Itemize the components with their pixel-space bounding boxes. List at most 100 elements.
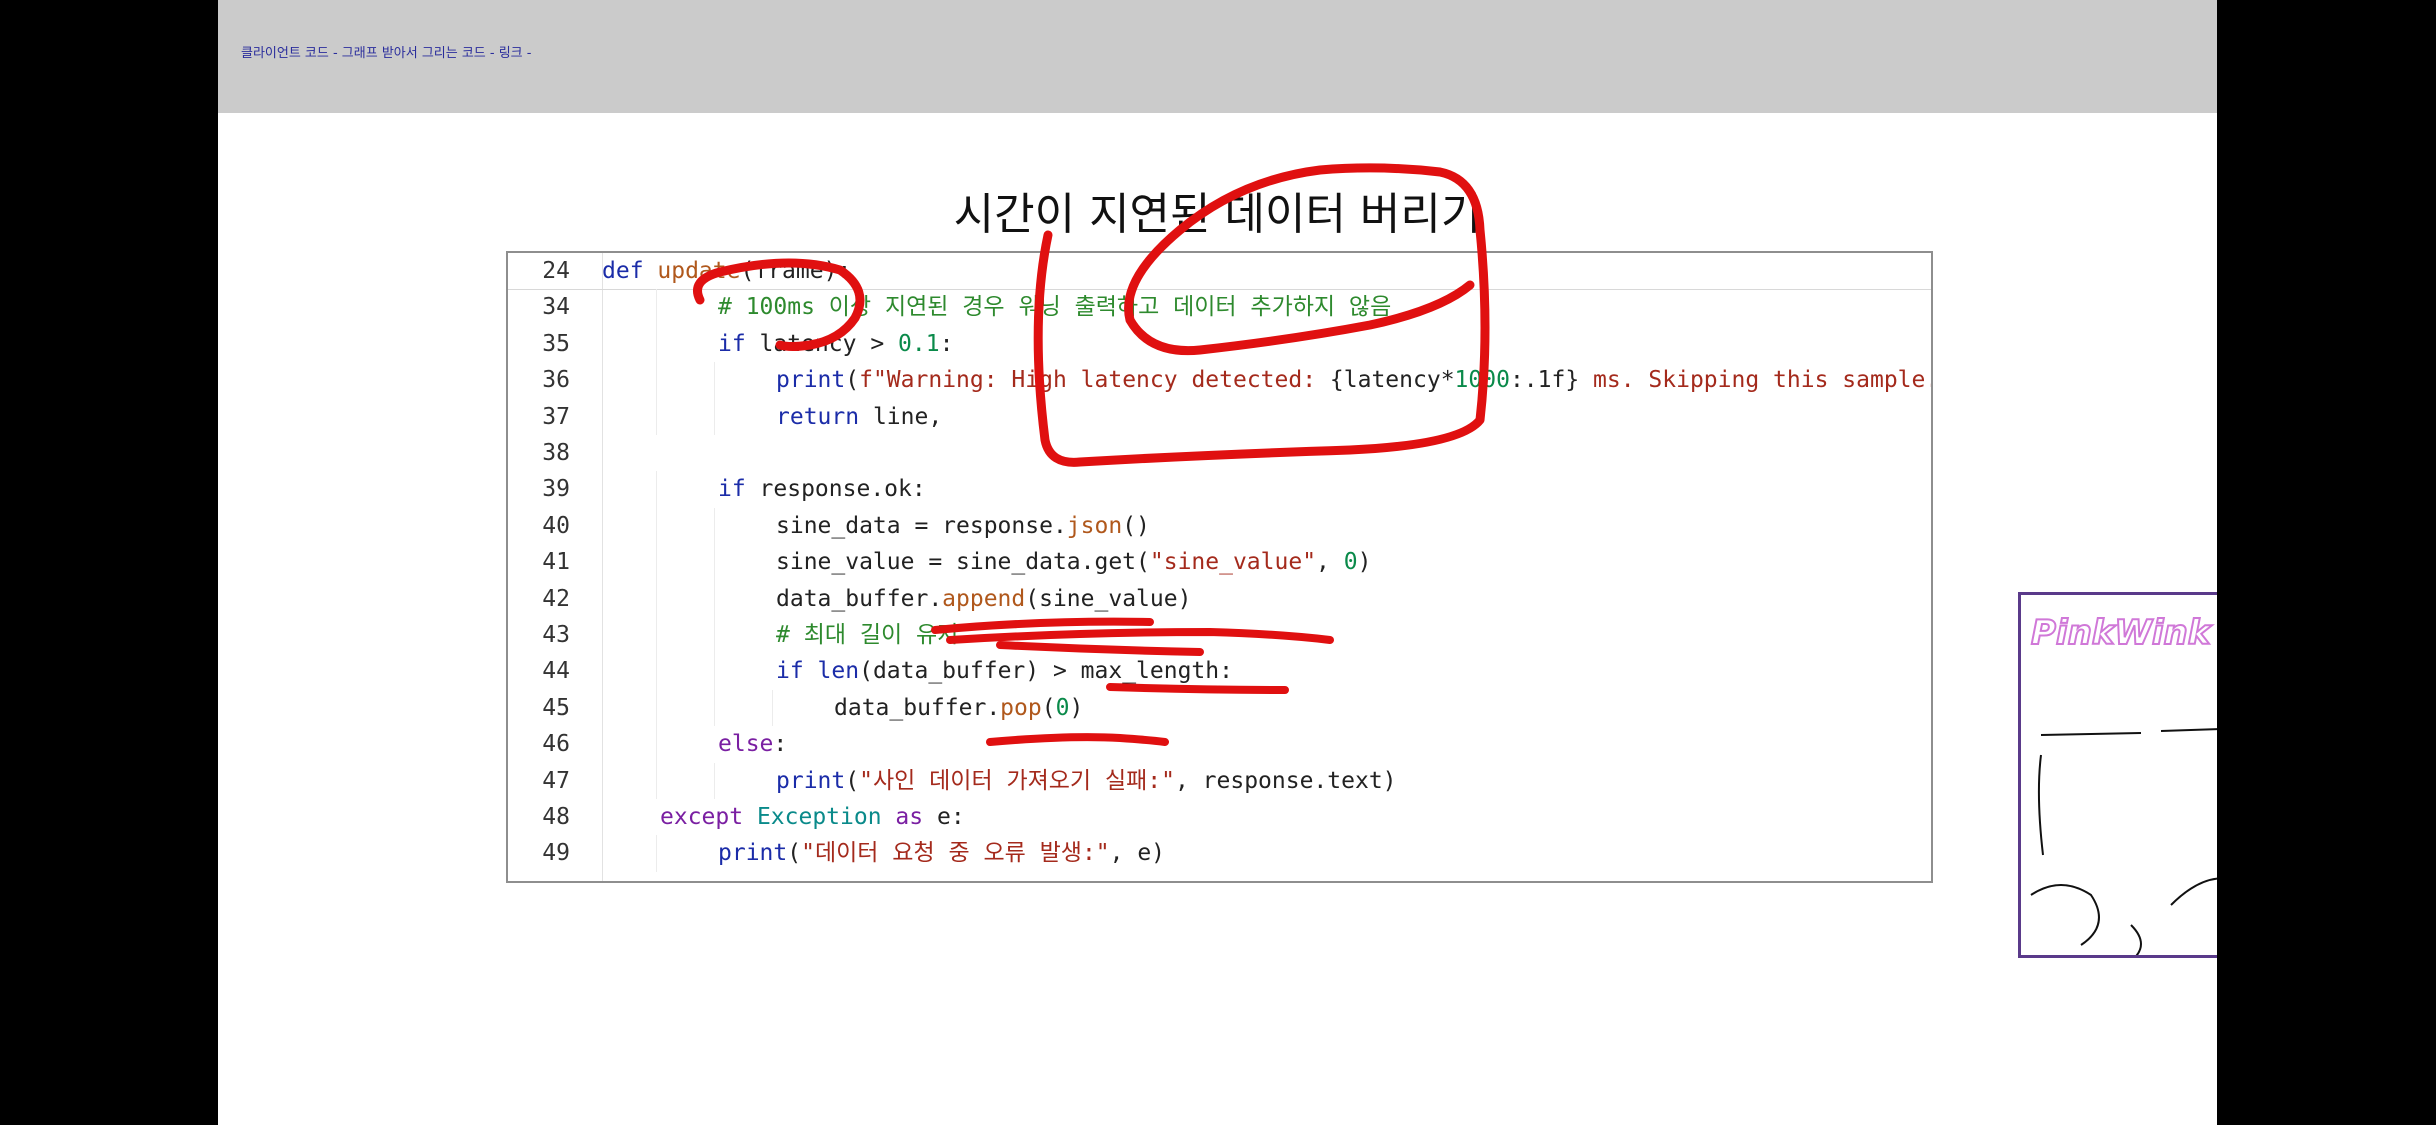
code-token: 0 bbox=[1055, 694, 1070, 721]
slide: 클라이언트 코드 - 그래프 받아서 그리는 코드 - 링크 - 시간이 지연된… bbox=[218, 0, 2217, 1125]
code-token: (sine_value) bbox=[1025, 585, 1192, 612]
code-block: 24 def update(frame): 34 # 100ms 이상 지연된 경우 … bbox=[506, 251, 1933, 883]
code-token: line, bbox=[872, 403, 943, 430]
code-token: data_buffer. bbox=[834, 694, 1001, 721]
code-token: f"Warning: High latency detected: bbox=[859, 367, 1330, 394]
code-token: json bbox=[1066, 512, 1123, 539]
indent-guide bbox=[714, 762, 715, 799]
code-token: else bbox=[718, 731, 774, 758]
indent-guide bbox=[714, 544, 715, 581]
code-token: ) bbox=[1357, 549, 1372, 576]
indent-guide bbox=[656, 398, 657, 435]
code-token: "사인 데이터 가져오기 실패:" bbox=[859, 767, 1175, 794]
code-token: print bbox=[776, 367, 846, 394]
code-text: # 최대 길이 유지 bbox=[776, 617, 958, 653]
code-token: if bbox=[776, 658, 818, 685]
code-text: if len(data_buffer) > max_length: bbox=[776, 653, 1233, 689]
code-token: print bbox=[776, 767, 846, 794]
indent-guide bbox=[656, 762, 657, 799]
code-text: else: bbox=[718, 726, 787, 762]
code-line: 48 except Exception as e: bbox=[508, 799, 1931, 835]
code-token: , e) bbox=[1109, 840, 1166, 867]
indent-guide bbox=[656, 471, 657, 508]
code-text: data_buffer.pop(0) bbox=[834, 690, 1083, 726]
line-number: 39 bbox=[542, 476, 570, 503]
code-token: , bbox=[1316, 549, 1344, 576]
code-line: 49 print("데이터 요청 중 오류 발생:", e) bbox=[508, 835, 1931, 872]
line-number: 37 bbox=[542, 403, 570, 430]
indent-guide bbox=[772, 689, 773, 727]
code-token: 1000 bbox=[1454, 367, 1510, 394]
indent-guide bbox=[714, 398, 715, 435]
code-token: ( bbox=[1041, 694, 1056, 721]
code-token: : bbox=[773, 731, 788, 758]
code-token: as bbox=[895, 804, 937, 830]
line-number: 35 bbox=[542, 330, 570, 357]
line-number: 48 bbox=[542, 804, 570, 830]
line-number: 40 bbox=[542, 512, 570, 539]
code-token: , response.text) bbox=[1174, 767, 1397, 794]
code-token: ) bbox=[1069, 694, 1084, 721]
code-text: print("사인 데이터 가져오기 실패:", response.text) bbox=[776, 763, 1397, 799]
line-number: 36 bbox=[542, 367, 570, 394]
code-text: print("데이터 요청 중 오류 발생:", e) bbox=[718, 835, 1165, 871]
line-number: 34 bbox=[542, 294, 570, 321]
code-token: if bbox=[718, 330, 760, 357]
line-number: 42 bbox=[542, 585, 570, 612]
code-line: 46 else: bbox=[508, 726, 1931, 763]
code-line: 37 return line, bbox=[508, 398, 1931, 435]
code-line: 38 bbox=[508, 435, 1931, 471]
indent-guide bbox=[714, 689, 715, 727]
indent-guide bbox=[656, 544, 657, 581]
line-number: 44 bbox=[542, 658, 570, 685]
line-number: 49 bbox=[542, 840, 570, 867]
code-line: 34 # 100ms 이상 지연된 경우 워닝 출력하고 데이터 추가하지 않음 bbox=[508, 289, 1931, 326]
indent-guide bbox=[714, 507, 715, 545]
code-line: 47 print("사인 데이터 가져오기 실패:", response.text… bbox=[508, 762, 1931, 799]
indent-guide bbox=[656, 689, 657, 727]
code-token: (frame): bbox=[740, 258, 852, 284]
code-text: return line, bbox=[776, 399, 942, 435]
code-text: if latency > 0.1: bbox=[718, 326, 953, 362]
code-token: 0 bbox=[1343, 549, 1358, 576]
code-token: update bbox=[657, 258, 741, 284]
line-number: 45 bbox=[542, 694, 570, 721]
code-text: data_buffer.append(sine_value) bbox=[776, 581, 1191, 617]
indent-guide bbox=[656, 726, 657, 763]
webcam-sketch-image bbox=[2030, 728, 2217, 955]
code-text: print(f"Warning: High latency detected: … bbox=[776, 362, 1931, 398]
code-text: # 100ms 이상 지연된 경우 워닝 출력하고 데이터 추가하지 않음 bbox=[718, 289, 1391, 325]
code-line: 35 if latency > 0.1: bbox=[508, 325, 1931, 363]
code-line: 42 data_buffer.append(sine_value) bbox=[508, 580, 1931, 617]
code-token: return bbox=[776, 403, 873, 430]
code-token: # 100ms 이상 지연된 경우 워닝 출력하고 데이터 추가하지 않음 bbox=[718, 294, 1392, 321]
code-token: "sine_value" bbox=[1149, 549, 1317, 576]
indent-guide bbox=[656, 617, 657, 654]
slide-title: 시간이 지연된 데이터 버리기 bbox=[953, 189, 1482, 240]
code-token: (data_buffer) > max_length: bbox=[859, 658, 1233, 685]
code-token: ( bbox=[845, 367, 860, 394]
code-token: if bbox=[718, 476, 760, 503]
line-number: 38 bbox=[542, 440, 570, 466]
code-token: latency > bbox=[759, 330, 899, 357]
code-token: Exception bbox=[756, 804, 896, 830]
indent-guide bbox=[714, 580, 715, 617]
code-token: () bbox=[1122, 512, 1150, 539]
code-token: 0.1 bbox=[898, 330, 940, 357]
code-token: e: bbox=[936, 804, 965, 830]
code-line: 44 if len(data_buffer) > max_length: bbox=[508, 653, 1931, 690]
code-text: if response.ok: bbox=[718, 471, 926, 507]
code-line: 40 sine_data = response.json() bbox=[508, 507, 1931, 545]
code-line: 41 sine_value = sine_data.get("sine_value… bbox=[508, 544, 1931, 581]
indent-guide bbox=[714, 362, 715, 399]
line-number: 43 bbox=[542, 622, 570, 648]
code-token: response.ok: bbox=[759, 476, 926, 503]
code-text: sine_value = sine_data.get("sine_value",… bbox=[776, 544, 1371, 580]
indent-guide bbox=[714, 653, 715, 690]
code-token: pop bbox=[1000, 694, 1042, 721]
code-token: except bbox=[660, 804, 757, 830]
indent-guide bbox=[656, 580, 657, 617]
indent-guide bbox=[656, 835, 657, 872]
code-text: except Exception as e: bbox=[660, 799, 965, 835]
code-token: "데이터 요청 중 오류 발생:" bbox=[801, 840, 1110, 867]
